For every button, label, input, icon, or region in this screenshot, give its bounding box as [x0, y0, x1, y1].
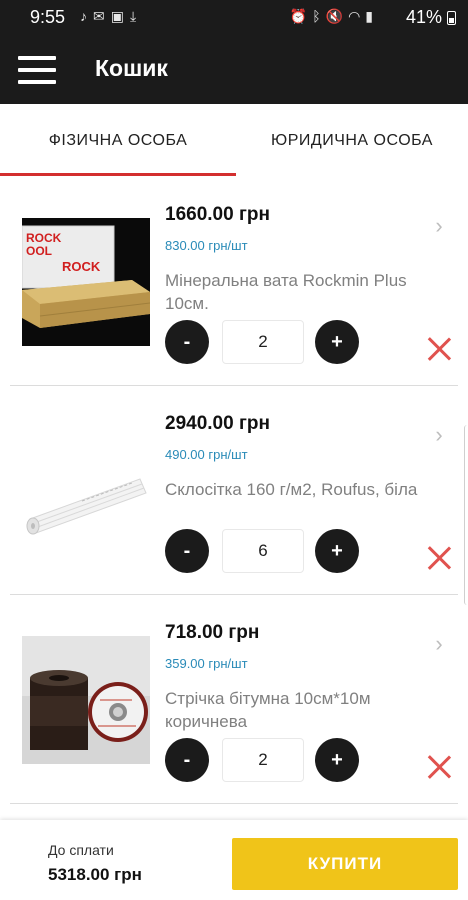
mineral-wool-image: ROCK OOL ROCK: [22, 218, 150, 346]
bluetooth-icon: ᛒ: [312, 8, 326, 24]
decrease-quantity-button[interactable]: -: [165, 738, 209, 782]
scroll-hint: [464, 425, 468, 605]
item-total-price: 718.00 грн: [165, 622, 260, 643]
cart-item: 718.00 грн 359.00 грн/шт Стрічка бітумна…: [0, 596, 468, 804]
remove-item-icon[interactable]: [426, 545, 452, 571]
chevron-right-icon[interactable]: ›: [428, 633, 450, 655]
quantity-field[interactable]: 2: [222, 320, 304, 364]
item-total-price: 1660.00 грн: [165, 204, 270, 225]
quantity-field[interactable]: 6: [222, 529, 304, 573]
app-bar: Кошик: [0, 34, 468, 104]
bitumen-tape-image: [22, 636, 150, 764]
item-name[interactable]: Стрічка бітумна 10см*10м коричнева: [165, 687, 420, 733]
alarm-icon: ⏰: [289, 8, 313, 24]
notification-icons: ♪✉▣⤓: [80, 8, 142, 25]
svg-text:OOL: OOL: [26, 244, 52, 258]
mute-icon: 🔇: [325, 8, 349, 24]
item-total-price: 2940.00 грн: [165, 413, 270, 434]
battery-icon: [447, 11, 456, 25]
cart-item: ROCK OOL ROCK 1660.00 грн 830.00 грн/шт …: [0, 178, 468, 386]
increase-quantity-button[interactable]: +: [315, 738, 359, 782]
total-amount: 5318.00 грн: [48, 865, 142, 884]
signal-icon: ▮: [365, 8, 378, 24]
hamburger-menu-icon[interactable]: [18, 56, 56, 84]
svg-text:ROCK: ROCK: [62, 259, 101, 274]
chevron-right-icon[interactable]: ›: [428, 215, 450, 237]
status-bar: 9:55 ♪✉▣⤓ ⏰ᛒ🔇◠▮ 41%: [0, 0, 468, 34]
buy-button[interactable]: КУПИТИ: [232, 838, 458, 890]
battery-level: 41%: [405, 7, 442, 27]
svg-text:ROCK: ROCK: [26, 231, 62, 245]
decrease-quantity-button[interactable]: -: [165, 320, 209, 364]
image-icon: ▣: [110, 8, 130, 24]
mail-icon: ✉: [93, 8, 111, 24]
page-title: Кошик: [95, 55, 168, 81]
cart-item: 2940.00 грн 490.00 грн/шт Склосітка 160 …: [0, 387, 468, 595]
total-label: До сплати: [48, 842, 114, 858]
decrease-quantity-button[interactable]: -: [165, 529, 209, 573]
item-divider: [10, 803, 458, 804]
item-unit-price: 490.00 грн/шт: [165, 447, 248, 462]
item-divider: [10, 594, 458, 595]
increase-quantity-button[interactable]: +: [315, 529, 359, 573]
fiberglass-mesh-roll-image: [22, 427, 150, 555]
customer-type-tabs: ФІЗИЧНА ОСОБА ЮРИДИЧНА ОСОБА: [0, 104, 468, 178]
system-icons: ⏰ᛒ🔇◠▮: [290, 8, 378, 25]
chevron-right-icon[interactable]: ›: [428, 424, 450, 446]
item-unit-price: 830.00 грн/шт: [165, 238, 248, 253]
remove-item-icon[interactable]: [426, 336, 452, 362]
item-unit-price: 359.00 грн/шт: [165, 656, 248, 671]
item-name[interactable]: Склосітка 160 г/м2, Roufus, біла: [165, 478, 420, 501]
tab-indicator: [0, 173, 236, 176]
tab-individual[interactable]: ФІЗИЧНА ОСОБА: [0, 104, 236, 178]
quantity-field[interactable]: 2: [222, 738, 304, 782]
status-time: 9:55: [30, 7, 66, 27]
checkout-bar: До сплати 5318.00 грн КУПИТИ: [0, 820, 468, 900]
download-icon: ⤓: [129, 8, 143, 24]
tab-legal-entity[interactable]: ЮРИДИЧНА ОСОБА: [236, 104, 468, 178]
item-divider: [10, 385, 458, 386]
remove-item-icon[interactable]: [426, 754, 452, 780]
music-icon: ♪: [80, 8, 93, 24]
item-name[interactable]: Мінеральна вата Rockmin Plus 10см.: [165, 269, 420, 315]
wifi-icon: ◠: [348, 8, 366, 24]
increase-quantity-button[interactable]: +: [315, 320, 359, 364]
